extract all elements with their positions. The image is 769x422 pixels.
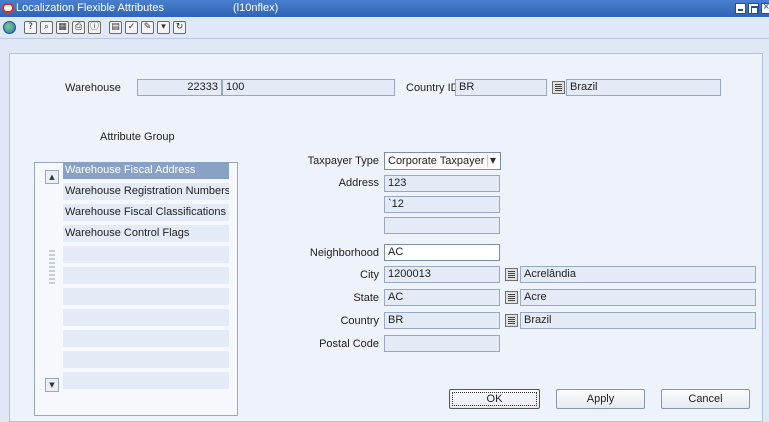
checkmark-icon[interactable]: ✓ (125, 21, 138, 34)
country-label: Country (340, 315, 379, 327)
toolbar: ? ⌕ ▦ ⎙ ⓘ ▤ ✓ ✎ ▾ ↻ (0, 17, 769, 39)
country-id-field: BR (455, 79, 547, 96)
list-item-warehouse-registration-numbers[interactable]: Warehouse Registration Numbers (63, 183, 229, 201)
grid-icon[interactable]: ▤ (109, 21, 122, 34)
apply-button[interactable]: Apply (556, 389, 645, 409)
city-label: City (360, 269, 379, 281)
oracle-logo-icon (2, 3, 14, 13)
state-label: State (353, 292, 379, 304)
workspace: Warehouse 22333 100 Country ID BR Brazil… (0, 39, 769, 422)
state-name-field: Acre (520, 289, 756, 306)
neighborhood-field[interactable]: AC (384, 244, 500, 261)
scroll-grip[interactable] (49, 250, 55, 286)
list-item-warehouse-control-flags[interactable]: Warehouse Control Flags (63, 225, 229, 243)
maximize-button[interactable] (748, 3, 759, 14)
list-item[interactable] (63, 372, 229, 390)
cancel-button[interactable]: Cancel (661, 389, 750, 409)
warehouse-id-field: 22333 (137, 79, 222, 96)
scroll-down-icon[interactable]: ▼ (45, 378, 59, 392)
city-lov-icon[interactable] (505, 268, 518, 281)
list-item[interactable] (63, 309, 229, 327)
notes-icon[interactable]: ✎ (141, 21, 154, 34)
list-item-warehouse-fiscal-classifications[interactable]: Warehouse Fiscal Classifications (63, 204, 229, 222)
chevron-down-icon[interactable]: ▼ (487, 155, 498, 167)
warehouse-name-field: 100 (222, 79, 395, 96)
form-country-name-field: Brazil (520, 312, 756, 329)
list-item[interactable] (63, 330, 229, 348)
list-item[interactable] (63, 351, 229, 369)
address-label: Address (338, 177, 379, 189)
ok-button[interactable]: OK (449, 389, 540, 409)
attribute-group-scrollbar[interactable]: ▲ ▼ (45, 170, 61, 392)
list-item[interactable] (63, 288, 229, 306)
country-code-lov-icon[interactable] (505, 314, 518, 327)
title-bar: Localization Flexible Attributes (l10nfl… (0, 0, 769, 17)
country-id-label: Country ID (406, 82, 459, 94)
calendar-icon[interactable]: ▦ (56, 21, 69, 34)
refresh-icon[interactable]: ↻ (173, 21, 186, 34)
state-code-field[interactable]: AC (384, 289, 500, 306)
attribute-group-list[interactable]: ▲ ▼ Warehouse Fiscal Address Warehouse R… (34, 162, 238, 416)
window-title: Localization Flexible Attributes (16, 2, 164, 14)
taxpayer-type-label: Taxpayer Type (307, 155, 379, 167)
country-code-field[interactable]: BR (384, 312, 500, 329)
find-icon[interactable]: ⌕ (40, 21, 53, 34)
filter-icon[interactable]: ▾ (157, 21, 170, 34)
list-item[interactable] (63, 246, 229, 264)
country-lov-icon[interactable] (552, 81, 565, 94)
print-icon[interactable]: ⎙ (72, 21, 85, 34)
warehouse-label: Warehouse (65, 82, 121, 94)
attribute-group-title: Attribute Group (100, 131, 175, 143)
main-panel: Warehouse 22333 100 Country ID BR Brazil… (9, 53, 763, 422)
state-lov-icon[interactable] (505, 291, 518, 304)
close-button[interactable] (761, 1, 769, 14)
window-subtitle: (l10nflex) (233, 2, 279, 14)
globe-icon[interactable] (3, 21, 16, 34)
scroll-up-icon[interactable]: ▲ (45, 170, 59, 184)
taxpayer-type-select[interactable]: Corporate Taxpayer ▼ (384, 152, 501, 170)
postal-code-label: Postal Code (319, 338, 379, 350)
city-code-field[interactable]: 1200013 (384, 266, 500, 283)
list-item[interactable] (63, 267, 229, 285)
address-line1-field[interactable]: 123 (384, 175, 500, 192)
minimize-button[interactable] (735, 3, 746, 14)
info-icon[interactable]: ⓘ (88, 21, 101, 34)
address-line3-field[interactable] (384, 217, 500, 234)
list-item-warehouse-fiscal-address[interactable]: Warehouse Fiscal Address (63, 162, 229, 180)
country-name-field: Brazil (566, 79, 721, 96)
city-name-field: Acrelândia (520, 266, 756, 283)
taxpayer-type-value: Corporate Taxpayer (388, 155, 485, 167)
postal-code-field[interactable] (384, 335, 500, 352)
address-line2-field[interactable]: `12 (384, 196, 500, 213)
help-icon[interactable]: ? (24, 21, 37, 34)
neighborhood-label: Neighborhood (309, 247, 379, 259)
